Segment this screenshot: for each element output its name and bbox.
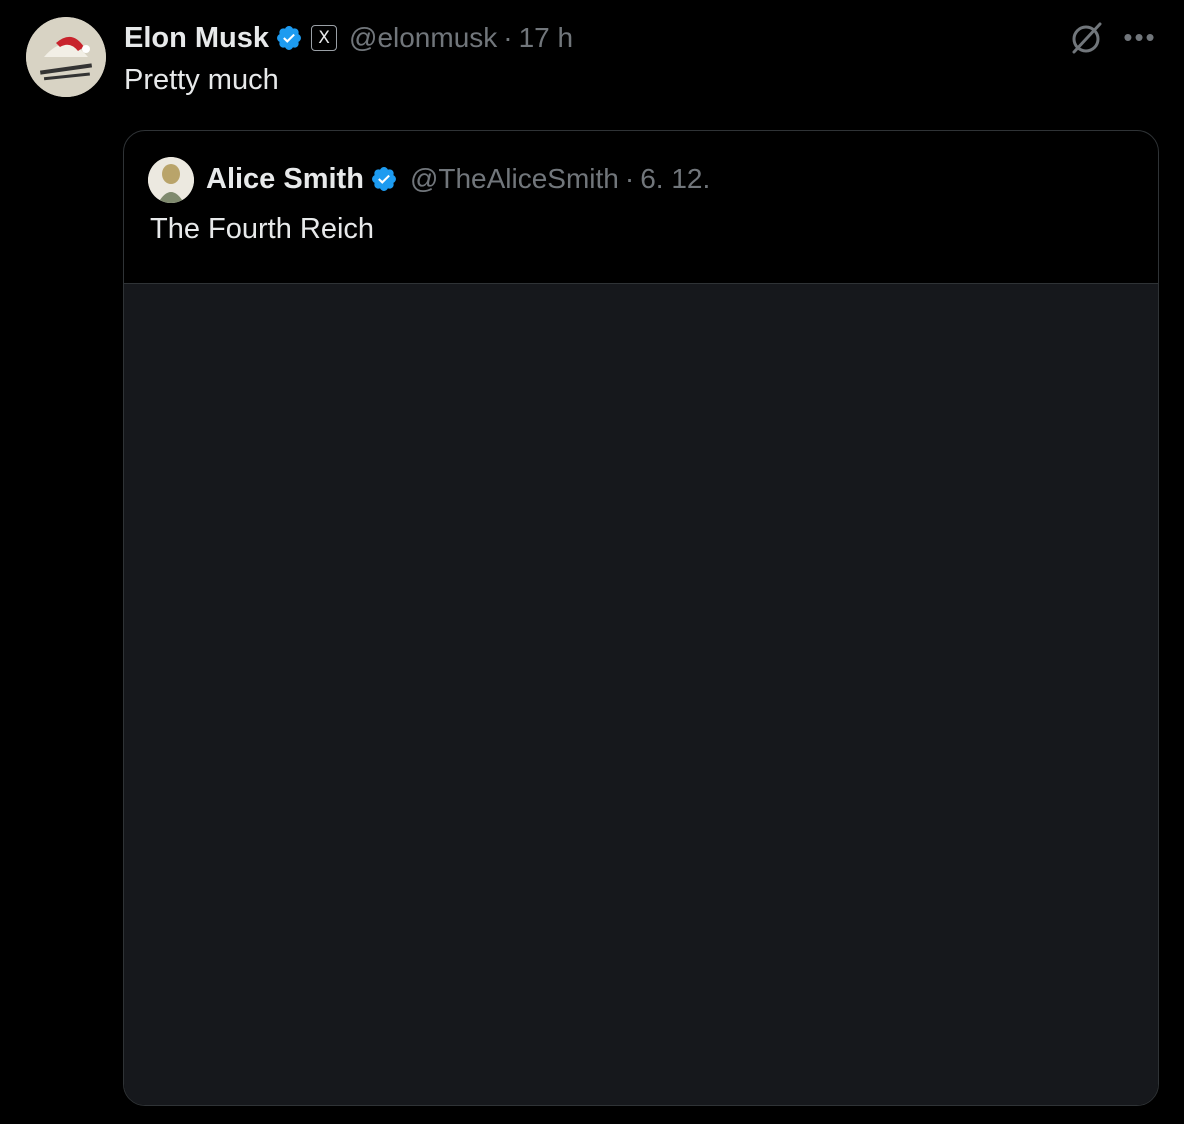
author-avatar[interactable] bbox=[26, 17, 106, 97]
verified-badge-icon[interactable] bbox=[275, 24, 303, 52]
quoted-post-header: Alice Smith @TheAliceSmith · 6. 12. bbox=[206, 159, 710, 199]
avatar-image bbox=[26, 17, 106, 97]
post-time[interactable]: 17 h bbox=[519, 22, 574, 54]
quoted-post-media[interactable] bbox=[124, 283, 1158, 1105]
post-header: Elon Musk X @elonmusk · 17 h bbox=[124, 18, 573, 58]
quoted-avatar-image bbox=[148, 157, 194, 203]
verified-badge-icon[interactable] bbox=[370, 165, 398, 193]
quoted-author-name[interactable]: Alice Smith bbox=[206, 163, 364, 196]
affiliate-badge[interactable]: X bbox=[311, 25, 338, 51]
separator-dot: · bbox=[624, 163, 635, 194]
post-text: Pretty much bbox=[124, 64, 279, 96]
quoted-author-handle[interactable]: @TheAliceSmith bbox=[410, 163, 619, 195]
author-handle[interactable]: @elonmusk bbox=[349, 22, 497, 54]
author-name[interactable]: Elon Musk bbox=[124, 22, 269, 55]
grok-icon[interactable] bbox=[1066, 18, 1106, 58]
quoted-author-avatar[interactable] bbox=[148, 157, 194, 203]
separator-dot: · bbox=[503, 22, 513, 53]
tweet[interactable]: Elon Musk X @elonmusk · 17 h ••• Pretty … bbox=[0, 0, 1184, 1124]
quoted-post-card[interactable]: Alice Smith @TheAliceSmith · 6. 12. The … bbox=[123, 130, 1159, 1106]
quoted-post-text: The Fourth Reich bbox=[150, 213, 375, 245]
more-options-icon[interactable]: ••• bbox=[1122, 22, 1158, 52]
quoted-post-date[interactable]: 6. 12. bbox=[640, 163, 710, 195]
